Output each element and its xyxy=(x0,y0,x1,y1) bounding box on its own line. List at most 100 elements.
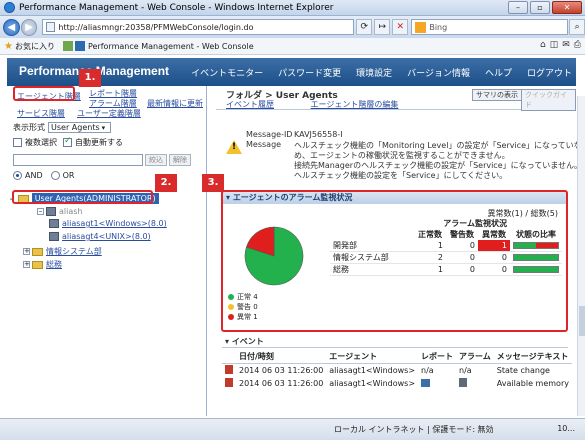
tree-agent-1-label[interactable]: aliasagt1<Windows>(8.0) xyxy=(62,219,167,228)
menu-settings[interactable]: 環境設定 xyxy=(356,66,392,79)
events-title-text: イベント xyxy=(231,337,264,346)
feeds-icon[interactable]: ◫ xyxy=(550,40,559,50)
menu-logout[interactable]: ログアウト xyxy=(527,66,572,79)
or-radio[interactable] xyxy=(50,171,60,180)
filter-row: 絞込 解除 xyxy=(13,154,191,166)
edit-hierarchy-link[interactable]: エージェント階層の編集 xyxy=(311,100,399,109)
search-input[interactable]: Bing xyxy=(411,19,569,35)
col-message[interactable]: メッセージテキスト xyxy=(493,350,572,364)
or-label: OR xyxy=(62,171,75,180)
message-id-value: KAVJ56558-I xyxy=(294,130,343,139)
narrow-button[interactable]: 絞込 xyxy=(145,154,167,166)
tree-agent-2[interactable]: aliasagt4<UNIX>(8.0) xyxy=(49,232,151,241)
multi-select-checkbox[interactable] xyxy=(13,138,22,147)
table-row[interactable]: 2014 06 03 11:26:00 aliasagt1<Windows> A… xyxy=(222,377,572,390)
forward-button[interactable]: ▶ xyxy=(20,18,38,36)
page-icon xyxy=(46,22,56,32)
scrollbar-thumb[interactable] xyxy=(579,306,585,336)
event-agent: aliasagt1<Windows> xyxy=(329,379,416,388)
url-input[interactable]: http://aliasmngr:20358/PFMWebConsole/log… xyxy=(42,19,355,35)
auto-update-checkbox[interactable] xyxy=(63,136,72,147)
col-alarm[interactable]: アラーム xyxy=(456,350,494,364)
url-actions: ⟳ ↦ ✕ xyxy=(356,19,409,35)
home-icon[interactable]: ⌂ xyxy=(540,40,546,50)
expand-icon[interactable]: – xyxy=(37,208,44,215)
table-row[interactable]: 2014 06 03 11:26:00 aliasagt1<Windows> n… xyxy=(222,364,572,378)
print-icon[interactable]: ⎙ xyxy=(574,40,581,50)
go-icon[interactable]: ↦ xyxy=(374,19,391,35)
mail-icon[interactable]: ✉ xyxy=(562,40,570,50)
events-title: ▾ イベント xyxy=(222,336,568,348)
menu-event-monitor[interactable]: イベントモニター xyxy=(191,66,263,79)
tree-folder-general[interactable]: + 総務 xyxy=(23,259,62,270)
col-agent[interactable]: エージェント xyxy=(326,350,419,364)
chevron-down-icon[interactable]: ▾ xyxy=(102,124,106,132)
alarm-event-icon xyxy=(225,378,233,387)
callout-3: 3. xyxy=(202,174,224,192)
events-panel: ▾ イベント 日付/時刻 エージェント レポート アラーム メッセージテキスト … xyxy=(222,336,572,416)
tree-folder-info-label[interactable]: 情報システム部 xyxy=(46,246,102,257)
col-datetime[interactable]: 日付/時刻 xyxy=(236,350,327,364)
and-radio[interactable] xyxy=(13,171,22,180)
menu-change-password[interactable]: パスワード変更 xyxy=(278,66,341,79)
star-icon[interactable]: ★ xyxy=(4,41,13,52)
show-summary-button[interactable]: サマリの表示 xyxy=(472,89,522,101)
event-report[interactable] xyxy=(418,377,456,390)
tree-agent-1[interactable]: aliasagt1<Windows>(8.0) xyxy=(49,219,167,228)
suggested-sites-icon[interactable] xyxy=(62,41,73,51)
minimize-button[interactable]: – xyxy=(508,1,528,14)
event-history-link[interactable]: イベント履歴 xyxy=(226,100,274,109)
header-links: イベント履歴 エージェント階層の編集 xyxy=(226,99,432,110)
collapse-icon[interactable]: ▾ xyxy=(225,337,232,346)
page-tools: ⌂ ◫ ✉ ⎙ xyxy=(540,40,581,50)
col-event-type xyxy=(222,350,236,364)
ie-logo-icon xyxy=(4,2,15,13)
filter-input[interactable] xyxy=(13,154,143,166)
tree-folder-general-label[interactable]: 総務 xyxy=(46,259,62,270)
refresh-icon[interactable]: ⟳ xyxy=(356,19,373,35)
message-area: Message-ID KAVJ56558-I Message ヘルスチェック機能… xyxy=(216,130,585,180)
back-button[interactable]: ◀ xyxy=(3,18,20,36)
clear-button[interactable]: 解除 xyxy=(169,154,191,166)
address-bar: ◀ ▶ http://aliasmngr:20358/PFMWebConsole… xyxy=(0,16,585,38)
tree-folder-info[interactable]: + 情報システム部 xyxy=(23,246,102,257)
menu-version[interactable]: バージョン情報 xyxy=(407,66,470,79)
tree-host[interactable]: – aliash xyxy=(37,207,83,216)
search-icon[interactable]: ⌕ xyxy=(569,19,585,35)
favorites-button[interactable]: お気に入り xyxy=(15,41,55,52)
event-type-cell xyxy=(222,364,236,378)
event-agent: aliasagt1<Windows> xyxy=(329,366,416,375)
close-button[interactable]: ✕ xyxy=(552,1,582,14)
expand-icon[interactable]: + xyxy=(23,261,30,268)
menu-help[interactable]: ヘルプ xyxy=(485,66,512,79)
multi-select-label: 複数選択 xyxy=(25,138,57,147)
event-alarm: n/a xyxy=(459,366,472,375)
tree-agent-2-label[interactable]: aliasagt4<UNIX>(8.0) xyxy=(62,232,151,241)
browser-tab[interactable]: Performance Management - Web Console xyxy=(74,41,254,51)
maximize-button[interactable]: ▫ xyxy=(530,1,550,14)
event-message: Available memory xyxy=(496,379,569,388)
warning-icon xyxy=(226,140,242,154)
alarm-icon[interactable] xyxy=(459,378,468,387)
report-icon[interactable] xyxy=(421,378,431,387)
stop-icon[interactable]: ✕ xyxy=(392,19,409,35)
event-alarm[interactable] xyxy=(456,377,494,390)
folder-icon xyxy=(32,247,43,256)
quick-guide-button[interactable]: クイックガイド xyxy=(521,89,576,111)
vertical-scrollbar[interactable] xyxy=(577,96,585,416)
status-bar: ローカル イントラネット | 保護モード: 無効 10... xyxy=(0,418,585,440)
options-row: 複数選択 自動更新する xyxy=(13,136,123,148)
refresh-latest-link[interactable]: 最新情報に更新 xyxy=(147,98,203,109)
tab-service-hierarchy[interactable]: サービス階層 xyxy=(17,108,65,119)
window-title: Performance Management - Web Console - W… xyxy=(19,2,334,13)
display-format-label: 表示形式 xyxy=(13,123,45,132)
expand-icon[interactable]: + xyxy=(23,248,30,255)
agent-icon xyxy=(49,232,59,241)
tab-page-icon xyxy=(74,41,85,51)
tab-user-hierarchy[interactable]: ユーザー定義階層 xyxy=(77,108,141,119)
col-report[interactable]: レポート xyxy=(418,350,457,364)
window-titlebar: Performance Management - Web Console - W… xyxy=(0,0,585,16)
folder-icon xyxy=(32,260,43,269)
zoom-level[interactable]: 10... xyxy=(557,424,575,433)
event-report: n/a xyxy=(421,366,434,375)
